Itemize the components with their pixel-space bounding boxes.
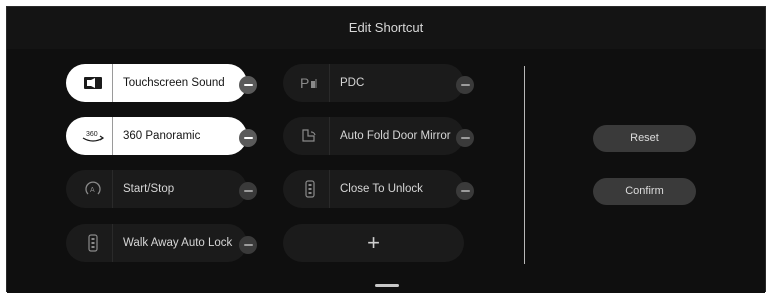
tile-divider: [112, 117, 113, 155]
reset-button[interactable]: Reset: [593, 125, 696, 152]
svg-text:360: 360: [86, 131, 98, 138]
mirror-fold-icon: [291, 121, 329, 151]
drag-handle[interactable]: [375, 284, 399, 287]
360-camera-icon: 360: [74, 121, 112, 151]
confirm-button[interactable]: Confirm: [593, 178, 696, 205]
tile-divider: [112, 224, 113, 262]
svg-text:A: A: [90, 187, 95, 194]
shortcut-label: Walk Away Auto Lock: [123, 237, 233, 249]
key-fob-icon: [291, 174, 329, 204]
shortcut-label: Start/Stop: [123, 183, 175, 195]
vertical-divider: [524, 66, 525, 264]
title-bar: Edit Shortcut: [7, 7, 765, 50]
tile-divider: [112, 64, 113, 102]
shortcut-tile-close-to-unlock[interactable]: Close To Unlock: [283, 170, 464, 208]
plus-icon: +: [367, 230, 380, 255]
remove-shortcut-button[interactable]: [239, 182, 257, 200]
remove-shortcut-button[interactable]: [239, 129, 257, 147]
remove-shortcut-button[interactable]: [239, 236, 257, 254]
parking-sensor-icon: P: [291, 68, 329, 98]
remove-shortcut-button[interactable]: [456, 182, 474, 200]
shortcut-tile-pdc[interactable]: P PDC: [283, 64, 464, 102]
key-fob-icon: [74, 228, 112, 258]
tile-divider: [329, 64, 330, 102]
shortcut-tile-touchscreen-sound[interactable]: Touchscreen Sound: [66, 64, 247, 102]
page-title: Edit Shortcut: [348, 20, 424, 35]
shortcut-label: Auto Fold Door Mirror: [340, 130, 451, 142]
add-shortcut-button[interactable]: +: [283, 224, 464, 262]
shortcut-label: 360 Panoramic: [123, 130, 201, 142]
shortcut-label: Touchscreen Sound: [123, 77, 225, 89]
shortcut-label: Close To Unlock: [340, 183, 423, 195]
remove-shortcut-button[interactable]: [239, 76, 257, 94]
shortcut-tile-start-stop[interactable]: A Start/Stop: [66, 170, 247, 208]
shortcut-tile-walk-away-auto-lock[interactable]: Walk Away Auto Lock: [66, 224, 247, 262]
shortcut-label: PDC: [340, 77, 365, 89]
auto-start-stop-icon: A: [74, 174, 112, 204]
remove-shortcut-button[interactable]: [456, 76, 474, 94]
tile-divider: [329, 117, 330, 155]
remove-shortcut-button[interactable]: [456, 129, 474, 147]
tile-divider: [112, 170, 113, 208]
shortcut-tile-360-panoramic[interactable]: 360 360 Panoramic: [66, 117, 247, 155]
tile-divider: [329, 170, 330, 208]
svg-text:P: P: [300, 75, 309, 91]
speaker-icon: [74, 68, 112, 98]
shortcut-tile-auto-fold-door-mirror[interactable]: Auto Fold Door Mirror: [283, 117, 464, 155]
